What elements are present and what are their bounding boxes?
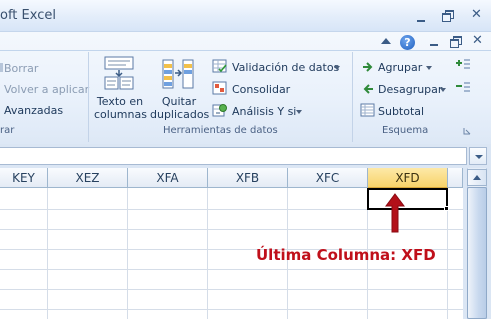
group-separator	[352, 52, 353, 142]
what-if-analysis-label: Análisis Y si	[232, 105, 297, 118]
clear-filter-icon	[0, 63, 3, 72]
grid-line	[207, 188, 208, 319]
text-to-columns-label-line2: columnas	[94, 108, 147, 121]
consolidate-label: Consolidar	[232, 83, 291, 96]
text-to-columns-icon	[104, 56, 134, 90]
minimize-workbook-icon[interactable]	[426, 35, 442, 49]
ungroup-rows-icon	[363, 84, 373, 94]
reapply-button[interactable]: Volver a aplicar	[4, 83, 89, 96]
scrollbar-thumb[interactable]	[467, 187, 487, 319]
worksheet-grid[interactable]: KEY XEZ XFA XFB XFC XFD	[0, 168, 463, 319]
hide-detail-icon[interactable]	[456, 81, 470, 95]
window-title: oft Excel	[0, 8, 56, 23]
dialog-launcher-icon[interactable]	[463, 127, 471, 135]
expand-formula-bar-button[interactable]	[469, 147, 487, 165]
show-detail-icon[interactable]	[456, 58, 470, 72]
what-if-analysis-icon	[212, 104, 227, 117]
formula-input[interactable]	[0, 147, 467, 165]
column-header[interactable]: XFC	[288, 168, 368, 188]
close-workbook-icon[interactable]: ✕	[472, 34, 483, 48]
sort-filter-group-label: rar	[0, 125, 15, 136]
data-validation-icon	[212, 59, 227, 73]
help-icon[interactable]: ?	[400, 35, 415, 50]
column-header[interactable]: XFA	[128, 168, 208, 188]
advanced-filter-button[interactable]: Avanzadas	[4, 104, 63, 117]
ribbon-tab-divider	[0, 50, 491, 51]
column-header-overflow	[448, 168, 463, 188]
chevron-down-icon[interactable]	[440, 88, 446, 92]
column-header[interactable]: XEZ	[48, 168, 128, 188]
group-rows-icon	[363, 62, 373, 72]
group-separator	[88, 52, 89, 142]
remove-duplicates-label-line2: duplicados	[150, 108, 210, 121]
title-bar: oft Excel ✕	[0, 0, 491, 32]
text-to-columns-label-line1: Texto en	[96, 95, 144, 108]
subtotal-icon	[360, 103, 375, 117]
column-header[interactable]: XFB	[208, 168, 288, 188]
remove-duplicates-label-line1: Quitar	[161, 95, 197, 108]
scroll-up-button[interactable]	[467, 169, 487, 186]
data-tools-group-label: Herramientas de datos	[163, 125, 278, 136]
clear-button[interactable]: Borrar	[4, 62, 38, 75]
last-column-annotation: Última Columna: XFD	[256, 246, 436, 264]
restore-workbook-icon[interactable]	[448, 35, 462, 48]
active-cell-xfd1[interactable]	[367, 188, 448, 210]
restore-window-icon[interactable]	[440, 9, 454, 22]
subtotal-label: Subtotal	[378, 105, 425, 118]
outline-group-label: Esquema	[382, 125, 429, 136]
chevron-down-icon[interactable]	[426, 66, 432, 70]
minimize-window-icon[interactable]	[413, 11, 429, 25]
formula-bar	[0, 144, 491, 168]
column-header[interactable]: KEY	[0, 168, 48, 188]
grid-line	[0, 289, 463, 290]
minimize-ribbon-icon[interactable]	[381, 38, 391, 44]
grid-line	[127, 188, 128, 319]
ungroup-label: Desagrupar	[378, 83, 443, 96]
grid-line	[47, 188, 48, 319]
excel-window: oft Excel ✕ ? ✕ Borrar Volver a aplicar …	[0, 0, 491, 319]
chevron-down-icon[interactable]	[296, 110, 302, 114]
consolidate-icon	[212, 81, 227, 95]
group-label: Agrupar	[378, 61, 423, 74]
grid-line	[0, 309, 463, 310]
chevron-down-icon[interactable]	[334, 66, 340, 70]
fill-handle[interactable]	[444, 206, 449, 211]
red-arrow-icon	[385, 193, 405, 233]
grid-line	[0, 269, 463, 270]
column-header-active[interactable]: XFD	[368, 168, 448, 188]
close-window-icon[interactable]: ✕	[471, 8, 482, 22]
remove-duplicates-icon	[162, 59, 194, 89]
data-validation-label: Validación de datos	[232, 61, 340, 74]
vertical-scrollbar[interactable]	[463, 168, 491, 319]
